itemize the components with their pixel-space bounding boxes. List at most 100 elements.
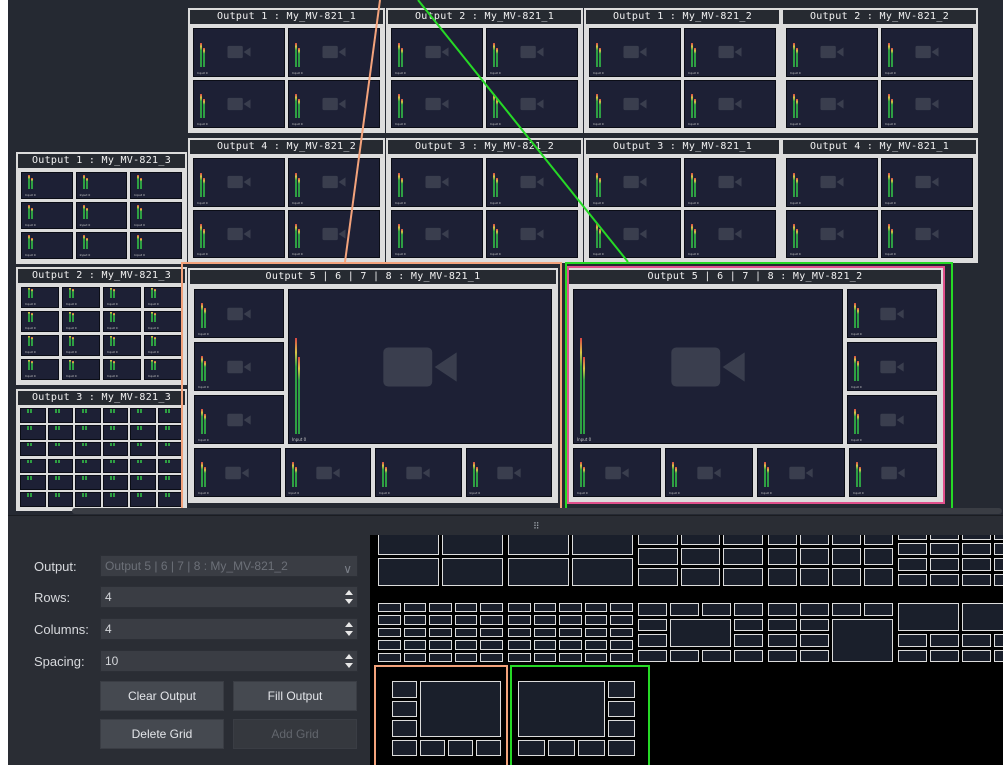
source-tile[interactable]: Input 0 bbox=[193, 209, 285, 258]
source-tile[interactable]: Input 0 bbox=[881, 209, 973, 258]
source-tile[interactable] bbox=[20, 458, 46, 474]
source-tile[interactable]: Input 0 bbox=[144, 287, 182, 308]
source-tile[interactable] bbox=[47, 424, 73, 440]
source-tile[interactable]: Input 0 bbox=[103, 311, 141, 332]
source-tile[interactable]: Input 0 bbox=[589, 79, 681, 128]
output-select[interactable]: Output 5 | 6 | 7 | 8 : My_MV-821_2 ∨ bbox=[100, 555, 358, 577]
source-tile[interactable]: Input 0 bbox=[391, 158, 483, 207]
source-tile[interactable]: Input 0 bbox=[486, 158, 578, 207]
source-tile[interactable]: Input 0 bbox=[684, 79, 776, 128]
source-tile[interactable]: Input 0 bbox=[75, 232, 128, 259]
source-tile[interactable] bbox=[157, 492, 183, 507]
layout-thumb-3x3[interactable] bbox=[638, 535, 766, 589]
source-tile[interactable]: Input 0 bbox=[486, 209, 578, 258]
source-tile[interactable] bbox=[130, 441, 156, 457]
source-tile[interactable]: Input 0 bbox=[62, 335, 100, 356]
source-tile[interactable] bbox=[102, 408, 128, 423]
source-tile[interactable]: Input 0 bbox=[391, 79, 483, 128]
source-tile[interactable]: Input 0 bbox=[62, 311, 100, 332]
source-tile[interactable]: Input 0 bbox=[881, 158, 973, 207]
source-tile[interactable] bbox=[130, 408, 156, 423]
source-tile[interactable]: Input 0 bbox=[786, 209, 878, 258]
splitter-handle-icon[interactable]: ⠿ bbox=[533, 522, 540, 532]
source-tile[interactable] bbox=[20, 441, 46, 457]
layout-thumb-5x5b[interactable] bbox=[508, 603, 636, 665]
source-tile[interactable] bbox=[75, 424, 101, 440]
spin-arrows-icon[interactable] bbox=[344, 652, 354, 670]
source-tile[interactable]: Input 0 bbox=[130, 172, 182, 199]
source-tile[interactable] bbox=[75, 441, 101, 457]
source-tile[interactable]: Input 0 bbox=[130, 202, 182, 229]
source-tile[interactable]: Input 0 bbox=[288, 158, 380, 207]
columns-spinbox[interactable]: 4 bbox=[100, 618, 358, 640]
fill-output-button[interactable]: Fill Output bbox=[233, 681, 357, 711]
source-tile[interactable]: Input 0 bbox=[486, 79, 578, 128]
rows-spinbox[interactable]: 4 bbox=[100, 586, 358, 608]
source-tile[interactable] bbox=[47, 458, 73, 474]
source-tile[interactable]: Input 0 bbox=[193, 158, 285, 207]
source-tile[interactable] bbox=[102, 458, 128, 474]
source-tile[interactable] bbox=[20, 492, 46, 507]
output-o3-mv3[interactable]: Output 3 : My_MV-821_3 bbox=[16, 389, 187, 511]
delete-grid-button[interactable]: Delete Grid bbox=[100, 719, 224, 749]
chevron-down-icon[interactable]: ∨ bbox=[343, 559, 352, 579]
source-tile[interactable]: Input 0 bbox=[288, 209, 380, 258]
source-tile[interactable] bbox=[157, 475, 183, 491]
spacing-spinbox[interactable]: 10 bbox=[100, 650, 358, 672]
source-tile[interactable]: Input 0 bbox=[130, 232, 182, 259]
layout-thumb-4x4[interactable] bbox=[898, 535, 1003, 589]
source-tile[interactable] bbox=[20, 424, 46, 440]
source-tile[interactable] bbox=[75, 458, 101, 474]
source-tile[interactable] bbox=[157, 458, 183, 474]
source-tile[interactable]: Input 0 bbox=[62, 359, 100, 380]
spin-arrows-icon[interactable] bbox=[344, 620, 354, 638]
source-tile[interactable]: Input 0 bbox=[391, 28, 483, 77]
source-tile[interactable]: Input 0 bbox=[103, 287, 141, 308]
source-tile[interactable] bbox=[47, 441, 73, 457]
source-tile[interactable]: Input 0 bbox=[144, 335, 182, 356]
source-tile[interactable] bbox=[47, 492, 73, 507]
source-tile[interactable]: Input 0 bbox=[21, 172, 73, 199]
source-tile[interactable] bbox=[130, 458, 156, 474]
source-tile[interactable] bbox=[75, 408, 101, 423]
source-tile[interactable]: Input 0 bbox=[103, 359, 141, 380]
source-tile[interactable]: Input 0 bbox=[144, 311, 182, 332]
clear-output-button[interactable]: Clear Output bbox=[100, 681, 224, 711]
source-tile[interactable] bbox=[47, 475, 73, 491]
layout-thumb-center-large[interactable] bbox=[638, 603, 766, 665]
source-tile[interactable]: Input 0 bbox=[589, 28, 681, 77]
source-tile[interactable]: Input 0 bbox=[486, 28, 578, 77]
source-tile[interactable]: Input 0 bbox=[193, 79, 285, 128]
source-tile[interactable]: Input 0 bbox=[391, 209, 483, 258]
source-tile[interactable] bbox=[130, 424, 156, 440]
source-tile[interactable]: Input 0 bbox=[288, 79, 380, 128]
source-tile[interactable]: Input 0 bbox=[786, 79, 878, 128]
output-o2-mv3[interactable]: Output 2 : My_MV-821_3 Input 0 Input 0 Inpu… bbox=[16, 267, 187, 385]
source-tile[interactable] bbox=[75, 475, 101, 491]
layout-thumb-top-large[interactable] bbox=[898, 603, 1003, 665]
source-tile[interactable]: Input 0 bbox=[21, 335, 59, 356]
source-tile[interactable] bbox=[102, 441, 128, 457]
source-tile[interactable] bbox=[102, 424, 128, 440]
source-tile[interactable]: Input 0 bbox=[21, 311, 59, 332]
panel-splitter[interactable]: ⠿ bbox=[8, 508, 1003, 535]
source-tile[interactable]: Input 0 bbox=[193, 28, 285, 77]
source-tile[interactable]: Input 0 bbox=[21, 287, 59, 308]
spin-arrows-icon[interactable] bbox=[344, 588, 354, 606]
source-tile[interactable] bbox=[157, 424, 183, 440]
layout-thumb-2x2[interactable] bbox=[378, 535, 506, 589]
source-tile[interactable] bbox=[102, 492, 128, 507]
output-o4-mv1[interactable]: Output 4 : My_MV-821_1 Input 0 Input 0 Inpu… bbox=[781, 138, 978, 263]
source-tile[interactable]: Input 0 bbox=[144, 359, 182, 380]
source-tile[interactable] bbox=[157, 441, 183, 457]
source-tile[interactable] bbox=[47, 408, 73, 423]
source-tile[interactable]: Input 0 bbox=[21, 359, 59, 380]
output-o1-mv3[interactable]: Output 1 : My_MV-821_3 Input 0 Input 0 Inpu… bbox=[16, 152, 187, 264]
output-o1-mv2[interactable]: Output 1 : My_MV-821_2 Input 0 Input 0 Inpu… bbox=[584, 8, 781, 133]
output-o3-mv1[interactable]: Output 3 : My_MV-821_1 Input 0 Input 0 Inpu… bbox=[584, 138, 781, 263]
source-tile[interactable]: Input 0 bbox=[881, 79, 973, 128]
output-o2-mv2[interactable]: Output 2 : My_MV-821_2 Input 0 Input 0 Inpu… bbox=[781, 8, 978, 133]
source-tile[interactable]: Input 0 bbox=[786, 158, 878, 207]
output-o2-mv1[interactable]: Output 2 : My_MV-821_1 Input 0 Input 0 Inpu… bbox=[386, 8, 583, 133]
source-tile[interactable]: Input 0 bbox=[21, 232, 73, 259]
